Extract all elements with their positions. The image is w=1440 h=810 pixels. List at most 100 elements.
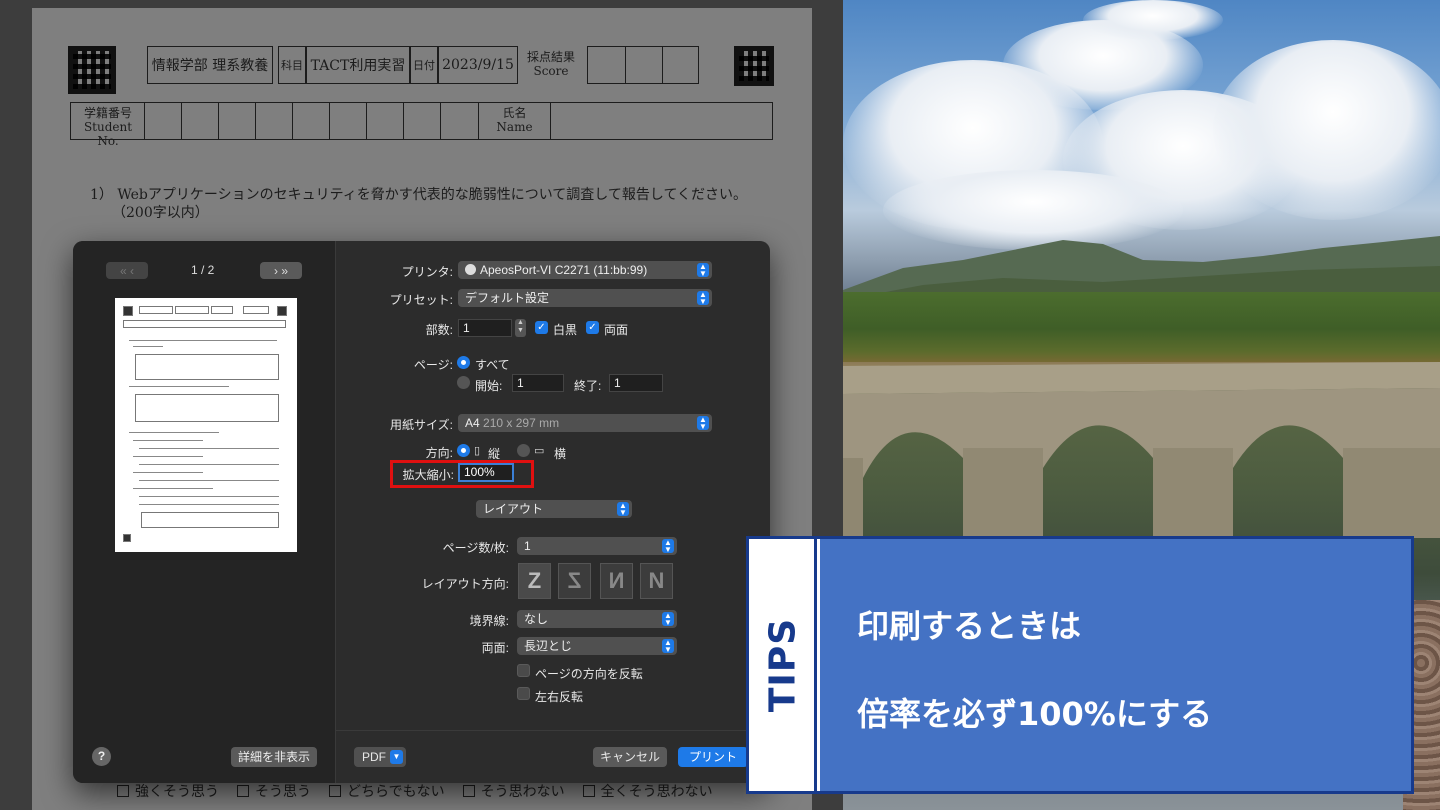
page-thumbnail (115, 298, 297, 552)
cloud (1213, 40, 1440, 220)
pages-per-sheet-label: ページ数/枚: (442, 541, 509, 555)
help-button[interactable]: ? (92, 747, 111, 766)
qr-code-right (734, 46, 774, 86)
tips-main-panel: 印刷するときは 倍率を必ず100%にする (820, 539, 1411, 791)
layout-direction-n[interactable]: N (640, 563, 673, 599)
pdf-label: PDF (362, 750, 386, 764)
pages-range-radio[interactable] (457, 376, 470, 389)
two-sided-value: 長辺とじ (524, 639, 573, 653)
page-counter: 1 / 2 (191, 263, 215, 277)
chevron-updown-icon: ▲ ▼ (617, 502, 629, 517)
tips-side-panel: TIPS (749, 539, 817, 791)
pages-to-input[interactable]: 1 (609, 374, 663, 392)
chevron-down-icon: ▼ (390, 750, 403, 764)
printer-value: ApeosPort-VI C2271 (11:bb:99) (480, 263, 648, 277)
pdf-menu-button[interactable]: PDF ▼ (354, 747, 406, 767)
likert-option: そう思わない (462, 781, 565, 801)
flip-horizontal-checkbox[interactable] (517, 687, 530, 700)
preset-select[interactable]: デフォルト設定 ▲ ▼ (458, 289, 712, 307)
pages-per-sheet-value: 1 (524, 539, 531, 553)
pages-per-sheet-select[interactable]: 1 ▲ ▼ (517, 537, 677, 555)
department-box: 情報学部 理系教養 (147, 46, 273, 84)
chevron-updown-icon: ▲ ▼ (697, 263, 709, 278)
print-dialog: « ‹ 1 / 2 › » ? 詳細を非表示 プリンタ: ApeosPort-V… (73, 241, 770, 783)
chevron-updown-icon: ▲ ▼ (662, 612, 674, 627)
subject-box: TACT利用実習 (306, 46, 410, 84)
qr-code-left (68, 46, 116, 94)
tips-line-1: 印刷するときは (857, 607, 1082, 645)
date-box: 2023/9/15 (438, 46, 518, 84)
likert-option: 強くそう思う (117, 781, 219, 801)
name-label: 氏名 Name (478, 102, 550, 140)
preset-label: プリセット: (389, 293, 453, 307)
arch-bridge (843, 362, 1440, 538)
hide-details-button[interactable]: 詳細を非表示 (231, 747, 317, 767)
forest (843, 292, 1440, 366)
bw-checkbox[interactable]: ✓ (535, 321, 548, 334)
chevron-updown-icon: ▲ ▼ (697, 291, 709, 306)
border-select[interactable]: なし ▲ ▼ (517, 610, 677, 628)
copies-input[interactable]: 1 (458, 319, 512, 337)
chevron-updown-icon: ▲ ▼ (697, 416, 709, 431)
scale-input[interactable]: 100% (458, 463, 514, 482)
duplex-checkbox[interactable]: ✓ (586, 321, 599, 334)
pages-all-radio[interactable] (457, 356, 470, 369)
pages-from-input[interactable]: 1 (512, 374, 564, 392)
orientation-landscape-radio[interactable] (517, 444, 530, 457)
orientation-label: 方向: (425, 446, 453, 460)
bw-label: 白黒 (553, 323, 578, 337)
tips-label: TIPS (762, 617, 804, 713)
pages-to-label-text: 終了: (574, 379, 602, 393)
student-no-cells (144, 102, 476, 140)
pages-label: ページ: (413, 358, 453, 372)
preset-value: デフォルト設定 (465, 291, 550, 305)
two-sided-select[interactable]: 長辺とじ ▲ ▼ (517, 637, 677, 655)
layout-direction-z-reverse[interactable]: Z (558, 563, 591, 599)
two-sided-label: 両面: (481, 641, 509, 655)
chevron-updown-icon: ▲ ▼ (662, 539, 674, 554)
preview-pane: « ‹ 1 / 2 › » ? 詳細を非表示 (73, 241, 336, 783)
next-page-button[interactable]: › » (260, 262, 302, 279)
score-label: 採点結果 Score (526, 50, 575, 78)
section-select[interactable]: レイアウト ▲ ▼ (476, 500, 632, 518)
printer-icon (465, 264, 476, 275)
copies-label: 部数: (425, 323, 453, 337)
portrait-icon: ▯ (474, 445, 481, 457)
copies-stepper[interactable]: ▲ ▼ (515, 319, 526, 337)
subject-label: 科目 (278, 46, 306, 84)
reverse-orientation-label: ページの方向を反転 (535, 667, 643, 681)
border-value: なし (524, 612, 549, 626)
prev-page-button[interactable]: « ‹ (106, 262, 148, 279)
pages-from-label: 開始: (475, 379, 503, 393)
printer-label: プリンタ: (401, 265, 453, 279)
tips-line-2: 倍率を必ず100%にする (857, 695, 1213, 733)
likert-option: そう思う (237, 781, 311, 801)
print-button[interactable]: プリント (678, 747, 748, 767)
likert-option: どちらでもない (329, 781, 445, 801)
paper-size-select[interactable]: A4 210 x 297 mm ▲ ▼ (458, 414, 712, 432)
orientation-landscape-label: 横 (554, 447, 567, 461)
paper-size-label: 用紙サイズ: (390, 418, 453, 432)
tips-card: TIPS 印刷するときは 倍率を必ず100%にする (746, 536, 1414, 794)
flip-horizontal-label: 左右反転 (535, 690, 584, 704)
paper-size-value: A4 (465, 416, 480, 430)
footer-divider (336, 730, 770, 731)
pages-all-label: すべて (475, 358, 510, 372)
layout-direction-label: レイアウト方向: (421, 577, 509, 591)
student-no-label: 学籍番号 Student No. (83, 106, 133, 148)
layout-direction-n-reverse[interactable]: И (600, 563, 633, 599)
cancel-button[interactable]: キャンセル (593, 747, 667, 767)
likert-options: 強くそう思う そう思う どちらでもない そう思わない 全くそう思わない (117, 781, 713, 801)
chevron-updown-icon: ▲ ▼ (662, 639, 674, 654)
question-1: 1） Webアプリケーションのセキュリティを脅かす代表的な脆弱性について調査して… (90, 187, 748, 221)
layout-direction-z[interactable]: Z (518, 563, 551, 599)
printer-select[interactable]: ApeosPort-VI C2271 (11:bb:99) ▲ ▼ (458, 261, 712, 279)
duplex-label: 両面 (604, 323, 629, 337)
likert-option: 全くそう思わない (582, 781, 713, 801)
date-label: 日付 (410, 46, 438, 84)
reverse-orientation-checkbox[interactable] (517, 664, 530, 677)
border-label: 境界線: (469, 614, 509, 628)
orientation-portrait-radio[interactable] (457, 444, 470, 457)
paper-size-detail: 210 x 297 mm (483, 416, 560, 430)
cloud (1083, 0, 1223, 40)
